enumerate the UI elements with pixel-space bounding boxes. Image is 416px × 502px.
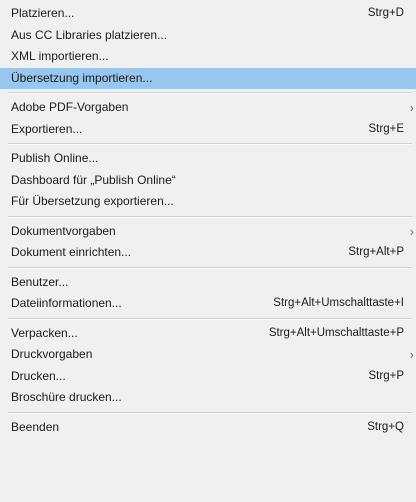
menu-item-shortcut: Strg+E xyxy=(368,122,404,135)
menu-item-label: Dokumentvorgaben xyxy=(11,223,116,238)
menu-item-label: Dashboard für „Publish Online“ xyxy=(11,172,176,187)
menu-item-label: Dateiinformationen... xyxy=(11,296,122,310)
menu-item-label: Benutzer... xyxy=(11,274,69,289)
chevron-right-icon: › xyxy=(409,347,414,362)
menu-item-dateiinformationen[interactable]: Dateiinformationen... Strg+Alt+Umschaltta… xyxy=(0,293,416,315)
menu-item-broschuere-drucken[interactable]: Broschüre drucken... xyxy=(0,387,416,409)
menu-item-shortcut: Strg+Q xyxy=(367,420,404,433)
file-menu: Platzieren... Strg+D Aus CC Libraries plat… xyxy=(0,0,416,502)
menu-item-label: Übersetzung importieren... xyxy=(11,70,153,85)
chevron-right-icon: › xyxy=(409,100,414,115)
menu-item-drucken[interactable]: Drucken... Strg+P xyxy=(0,366,416,388)
menu-item-label: Adobe PDF-Vorgaben xyxy=(11,100,129,114)
menu-item-uebersetzung-importieren[interactable]: Übersetzung importieren... xyxy=(0,67,416,89)
menu-item-fuer-uebersetzung-exportieren[interactable]: Für Übersetzung exportieren... xyxy=(0,191,416,213)
menu-item-shortcut: Strg+P xyxy=(368,369,404,382)
menu-item-label: Für Übersetzung exportieren... xyxy=(11,194,174,208)
menu-separator xyxy=(8,266,412,269)
menu-item-label: Verpacken... xyxy=(11,325,78,340)
menu-item-dokument-einrichten[interactable]: Dokument einrichten... Strg+Alt+P xyxy=(0,242,416,264)
menu-item-label: Drucken... xyxy=(11,368,66,383)
menu-item-label: Broschüre drucken... xyxy=(11,390,122,404)
menu-item-label: Druckvorgaben xyxy=(11,347,93,361)
menu-item-shortcut: Strg+Alt+Umschalttaste+P xyxy=(268,326,404,339)
menu-separator xyxy=(8,143,412,145)
menu-separator xyxy=(8,411,412,414)
menu-item-shortcut: Strg+Alt+P xyxy=(348,246,404,258)
menu-separator xyxy=(8,215,412,218)
menu-item-druckvorgaben[interactable]: Druckvorgaben › xyxy=(0,344,416,366)
menu-separator xyxy=(8,92,412,94)
menu-item-shortcut: Strg+D xyxy=(367,7,404,19)
menu-item-dashboard-fuer-publish-online[interactable]: Dashboard für „Publish Online“ xyxy=(0,170,416,192)
menu-item-adobe-pdf-vorgaben[interactable]: Adobe PDF-Vorgaben › xyxy=(0,97,416,119)
menu-item-label: Aus CC Libraries platzieren... xyxy=(11,27,168,42)
menu-item-benutzer[interactable]: Benutzer... xyxy=(0,272,416,294)
chevron-right-icon: › xyxy=(409,223,414,239)
menu-item-label: XML importieren... xyxy=(11,49,109,63)
menu-item-platzieren[interactable]: Platzieren... Strg+D xyxy=(0,3,416,25)
menu-separator xyxy=(8,317,412,320)
menu-item-label: Platzieren... xyxy=(11,6,75,20)
menu-item-label: Exportieren... xyxy=(11,121,83,136)
menu-item-aus-cc-libraries-platzieren[interactable]: Aus CC Libraries platzieren... xyxy=(0,25,416,47)
menu-item-label: Dokument einrichten... xyxy=(11,245,132,259)
menu-item-shortcut: Strg+Alt+Umschalttaste+I xyxy=(273,297,404,309)
menu-item-dokumentvorgaben[interactable]: Dokumentvorgaben › xyxy=(0,221,416,243)
menu-item-xml-importieren[interactable]: XML importieren... xyxy=(0,46,416,68)
menu-item-exportieren[interactable]: Exportieren... Strg+E xyxy=(0,119,416,141)
menu-item-publish-online[interactable]: Publish Online... xyxy=(0,148,416,170)
menu-item-beenden[interactable]: Beenden Strg+Q xyxy=(0,417,416,439)
menu-item-verpacken[interactable]: Verpacken... Strg+Alt+Umschalttaste+P xyxy=(0,323,416,345)
menu-item-label: Beenden xyxy=(11,419,60,434)
menu-item-label: Publish Online... xyxy=(11,151,99,165)
